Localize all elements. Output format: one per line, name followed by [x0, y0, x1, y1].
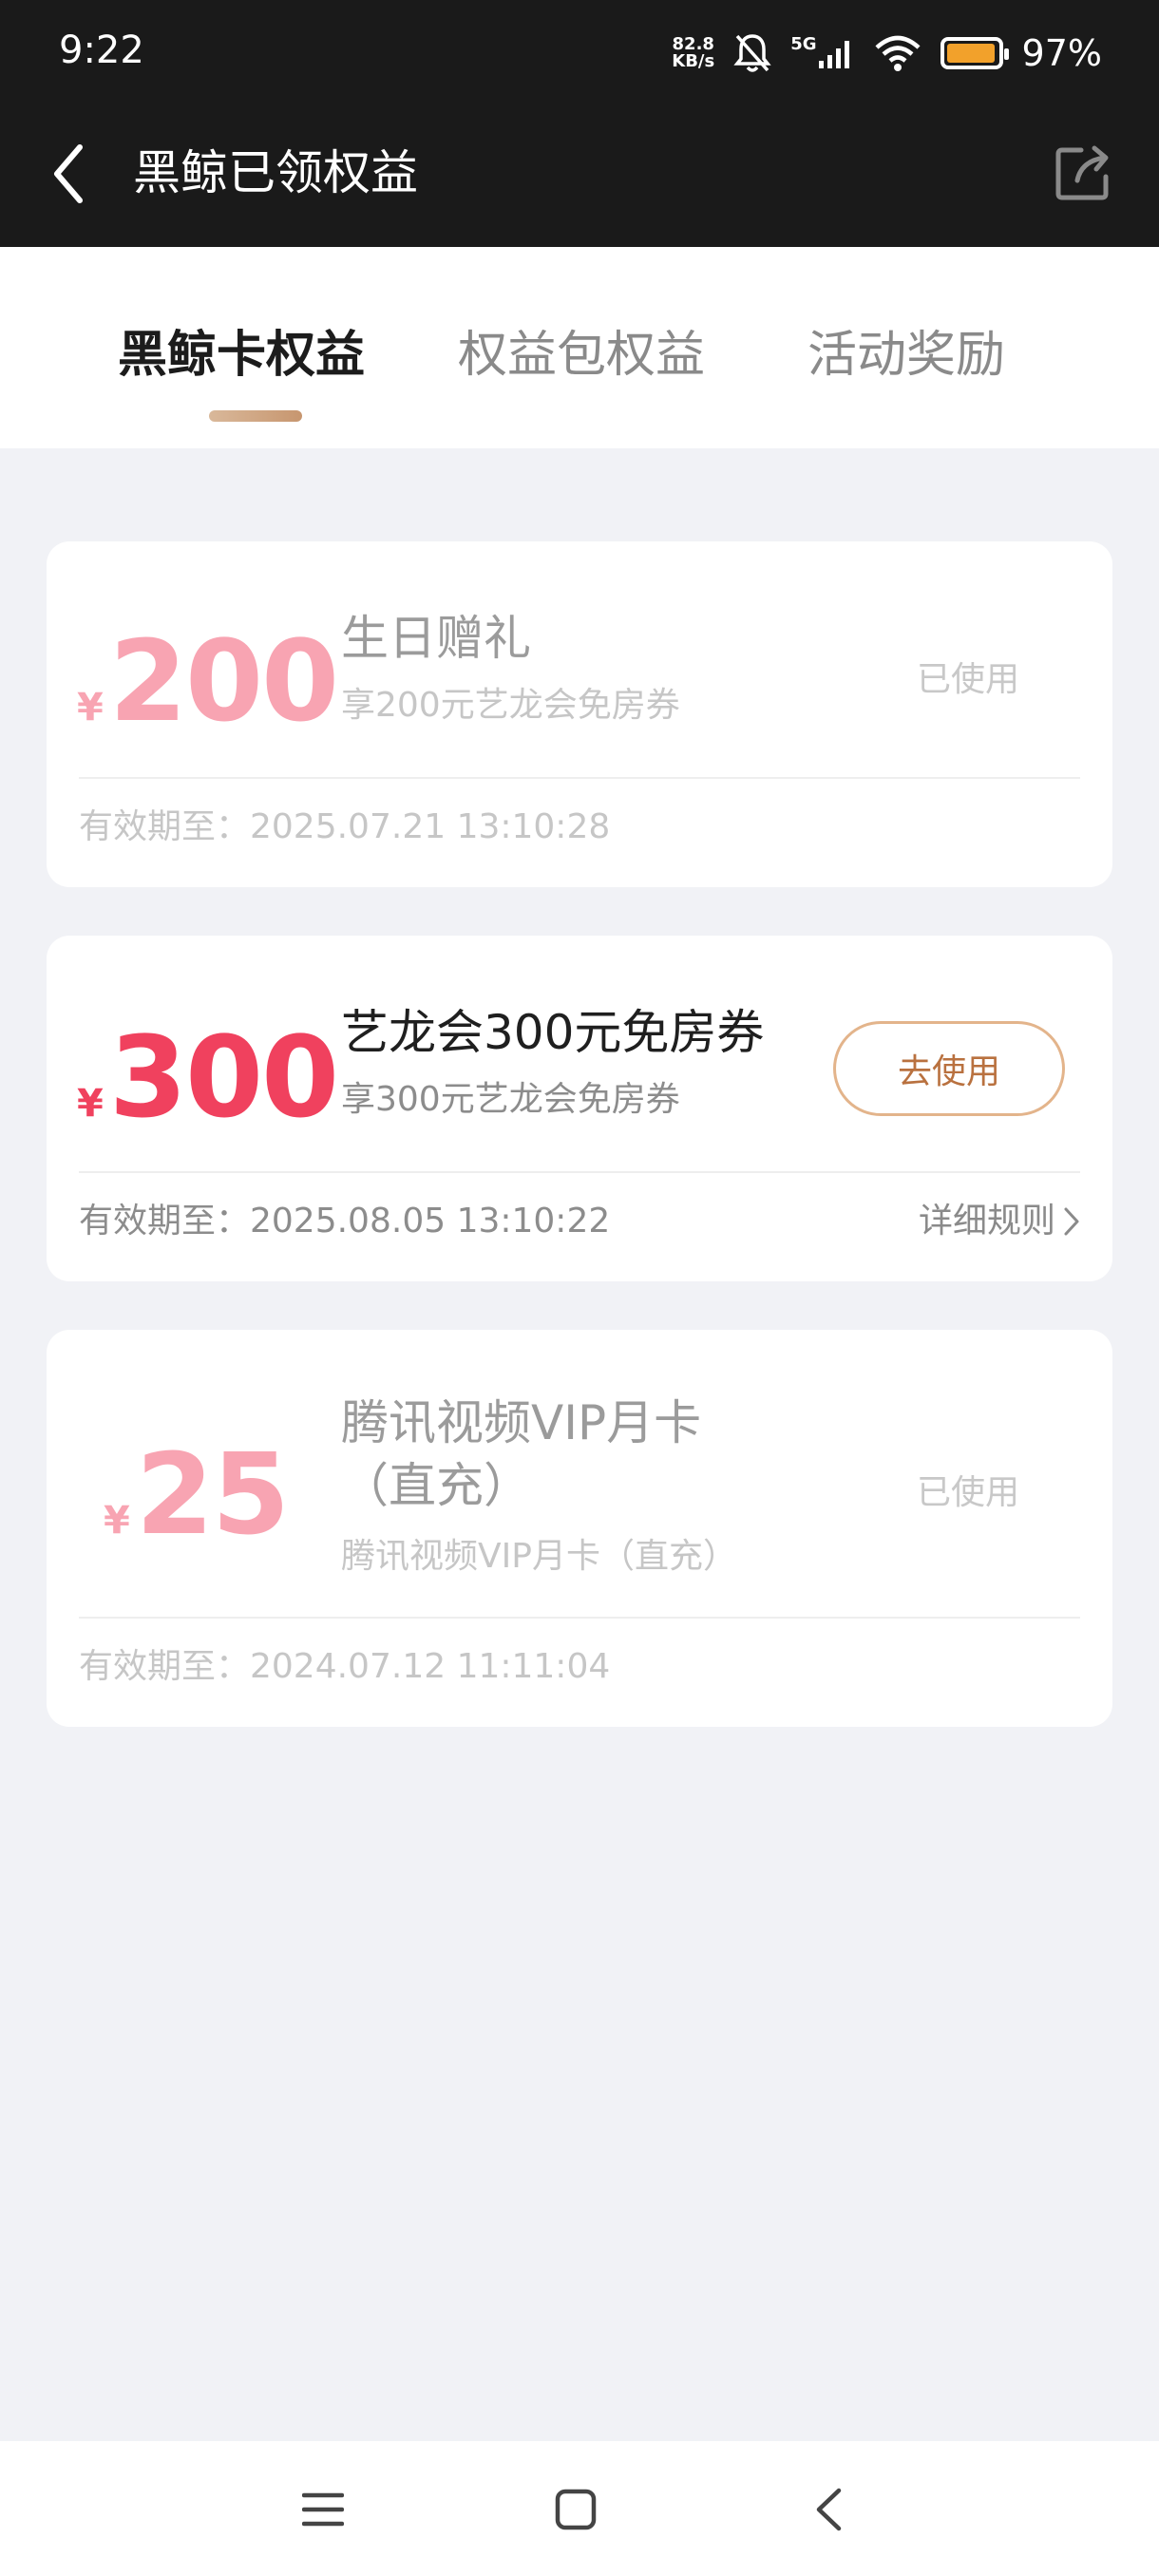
bell-muted-icon — [733, 32, 771, 74]
status-time: 9:22 — [59, 28, 144, 72]
system-nav-bar — [0, 2441, 1159, 2576]
rules-link[interactable]: 详细规则 — [919, 1200, 1080, 1243]
card-divider — [79, 777, 1080, 779]
menu-button[interactable] — [293, 2479, 353, 2540]
network-speed-unit: KB/s — [672, 51, 715, 71]
benefit-card[interactable]: ¥ 25 腾讯视频VIP月卡 （直充） 腾讯视频VIP月卡（直充） 已使用 有效… — [47, 1330, 1112, 1727]
benefit-card[interactable]: ¥ 300 艺龙会300元免房券 享300元艺龙会免房券 去使用 有效期至：20… — [47, 936, 1112, 1281]
card-divider — [79, 1171, 1080, 1173]
coupon-title-line1: 腾讯视频VIP月卡 — [341, 1395, 702, 1450]
coupon-amount: 25 — [135, 1429, 290, 1560]
chevron-left-icon — [54, 144, 83, 203]
battery-icon — [940, 37, 1009, 69]
coupon-subtitle: 享200元艺龙会免房券 — [341, 686, 680, 725]
status-icons: 82.8 KB/s 5G 97% — [672, 27, 1102, 80]
chevron-right-icon — [1064, 1207, 1079, 1236]
menu-icon — [302, 2492, 344, 2527]
benefit-card[interactable]: ¥ 200 生日赠礼 享200元艺龙会免房券 已使用 有效期至：2025.07.… — [47, 541, 1112, 887]
coupon-price: ¥ 300 — [77, 1012, 339, 1143]
share-button[interactable] — [1053, 142, 1113, 203]
back-button[interactable] — [42, 141, 95, 207]
network-type: 5G — [790, 34, 817, 54]
share-icon — [1055, 145, 1109, 200]
use-now-button[interactable]: 去使用 — [833, 1021, 1065, 1116]
tab-black-whale-card[interactable]: 黑鲸卡权益 — [118, 323, 365, 388]
currency-symbol: ¥ — [77, 686, 104, 729]
coupon-amount: 200 — [108, 616, 339, 747]
battery-fill — [946, 44, 995, 63]
status-used-label: 已使用 — [916, 1473, 1019, 1512]
coupon-subtitle: 腾讯视频VIP月卡（直充） — [341, 1537, 737, 1576]
back-triangle-icon — [816, 2488, 842, 2531]
coupon-title: 艺龙会300元免房券 — [341, 1005, 765, 1060]
wifi-icon — [874, 34, 922, 72]
tab-benefit-package[interactable]: 权益包权益 — [458, 323, 705, 388]
coupon-amount: 300 — [108, 1012, 339, 1143]
signal-5g-icon: 5G — [790, 36, 854, 70]
system-back-button[interactable] — [798, 2479, 859, 2540]
network-speed: 82.8 KB/s — [672, 36, 714, 70]
coupon-title-line2: （直充） — [341, 1458, 531, 1513]
card-divider — [79, 1617, 1080, 1619]
tab-bar: 黑鲸卡权益 权益包权益 活动奖励 — [0, 247, 1159, 448]
tab-activity-rewards[interactable]: 活动奖励 — [808, 323, 1005, 388]
page: 9:22 82.8 KB/s 5G 97% 黑鲸已领权益 黑鲸卡权益 权益包权益… — [0, 0, 1159, 2576]
rules-link-label: 详细规则 — [918, 1202, 1055, 1241]
currency-symbol: ¥ — [77, 1082, 104, 1126]
status-used-label: 已使用 — [916, 660, 1019, 699]
tab-active-indicator — [209, 410, 302, 422]
expiry-date: 有效期至：2024.07.12 11:11:04 — [79, 1647, 611, 1686]
top-bar: 9:22 82.8 KB/s 5G 97% 黑鲸已领权益 — [0, 0, 1159, 247]
expiry-date: 有效期至：2025.07.21 13:10:28 — [79, 807, 611, 846]
home-button[interactable] — [545, 2479, 606, 2540]
coupon-subtitle: 享300元艺龙会免房券 — [341, 1080, 680, 1119]
expiry-date: 有效期至：2025.08.05 13:10:22 — [79, 1202, 611, 1241]
battery-percent: 97% — [1021, 32, 1102, 74]
coupon-price: ¥ 200 — [77, 616, 339, 747]
coupon-price: ¥ 25 — [104, 1429, 290, 1560]
currency-symbol: ¥ — [104, 1499, 130, 1543]
page-title: 黑鲸已领权益 — [133, 145, 418, 200]
home-square-icon — [555, 2489, 597, 2530]
coupon-title: 生日赠礼 — [341, 611, 531, 666]
